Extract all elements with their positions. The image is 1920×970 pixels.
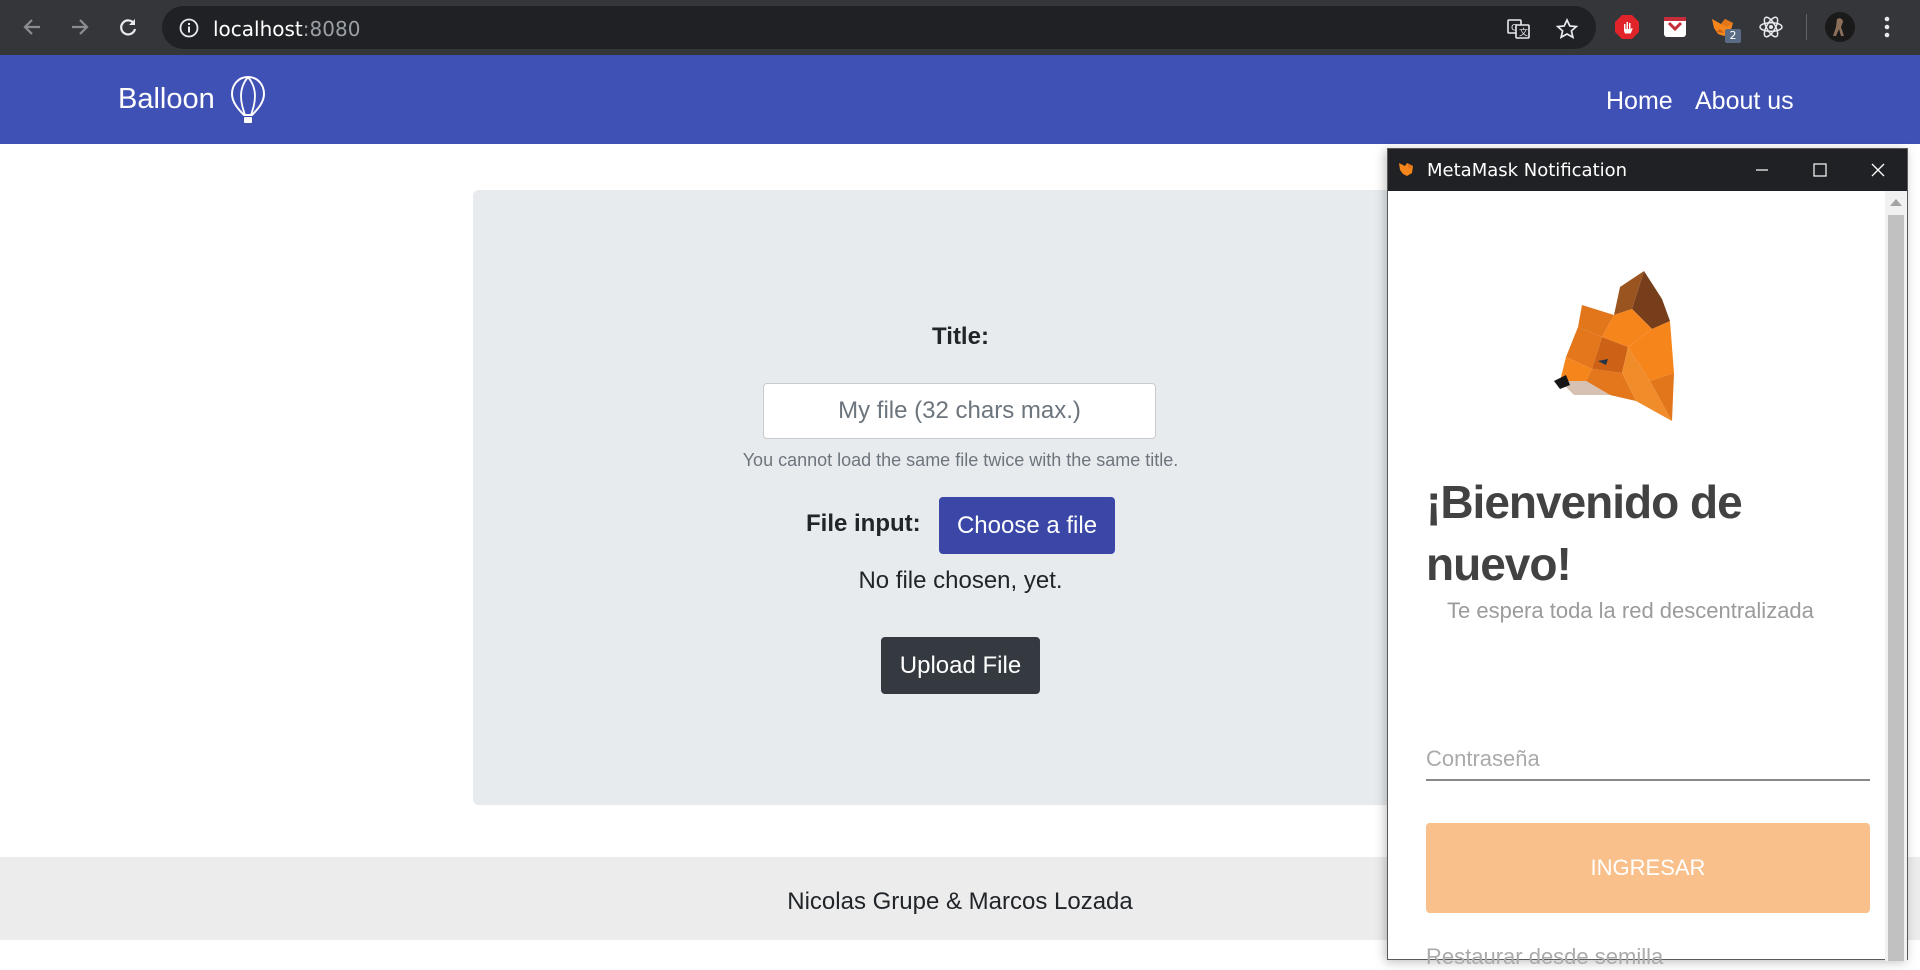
- pocket-extension-icon[interactable]: [1661, 13, 1689, 41]
- brand-name[interactable]: Balloon: [118, 83, 215, 116]
- file-input-label: File input:: [806, 510, 921, 537]
- nav-home-link[interactable]: Home: [1606, 87, 1673, 116]
- welcome-subheading: Te espera toda la red descentralizada: [1447, 598, 1814, 623]
- restore-from-seed-link[interactable]: Restaurar desde semilla: [1426, 944, 1663, 970]
- back-button[interactable]: [15, 10, 49, 44]
- app-navbar: Balloon Home About us: [0, 55, 1920, 144]
- close-button[interactable]: [1849, 149, 1907, 191]
- title-input[interactable]: [763, 383, 1156, 439]
- metamask-fox-logo: [1552, 269, 1702, 430]
- balloon-icon: [230, 75, 266, 130]
- file-status: No file chosen, yet.: [858, 567, 1063, 594]
- close-icon: [1871, 163, 1885, 177]
- maximize-button[interactable]: [1791, 149, 1849, 191]
- choose-file-button[interactable]: Choose a file: [939, 497, 1115, 554]
- scroll-up-arrow-icon[interactable]: [1890, 199, 1902, 206]
- scrollbar-thumb[interactable]: [1888, 215, 1904, 961]
- window-titlebar[interactable]: MetaMask Notification: [1388, 149, 1907, 191]
- reload-icon: [120, 19, 137, 36]
- bookmark-star-icon[interactable]: [1555, 17, 1579, 45]
- minimize-button[interactable]: [1733, 149, 1791, 191]
- upload-card: Title: You cannot load the same file twi…: [473, 190, 1448, 805]
- login-button[interactable]: INGRESAR: [1426, 823, 1870, 913]
- translate-icon[interactable]: G文: [1507, 18, 1531, 45]
- arrow-left-icon: [23, 19, 40, 35]
- reload-button[interactable]: [111, 10, 145, 44]
- metamask-extension-icon[interactable]: 2: [1709, 13, 1741, 43]
- metamask-notification-window: MetaMask Notification ¡Bienvenido de nue…: [1387, 148, 1908, 969]
- toolbar-divider: [1806, 14, 1807, 40]
- maximize-icon: [1813, 163, 1827, 177]
- nav-about-link[interactable]: About us: [1695, 87, 1794, 116]
- title-label: Title:: [932, 323, 989, 350]
- svg-text:文: 文: [1519, 27, 1528, 39]
- upload-file-button[interactable]: Upload File: [881, 637, 1040, 694]
- forward-button[interactable]: [63, 10, 97, 44]
- info-icon[interactable]: [178, 17, 200, 44]
- react-devtools-icon[interactable]: [1757, 13, 1785, 41]
- metamask-fox-icon: [1398, 160, 1416, 183]
- minimize-icon: [1756, 169, 1768, 171]
- window-title: MetaMask Notification: [1427, 160, 1628, 181]
- more-menu-icon[interactable]: [1873, 13, 1901, 41]
- browser-toolbar: localhost:8080 G文 2: [0, 0, 1920, 55]
- welcome-heading: ¡Bienvenido de nuevo!: [1426, 476, 1743, 590]
- scrollbar[interactable]: [1885, 191, 1907, 961]
- url-text: localhost:8080: [213, 17, 361, 41]
- adblock-extension-icon[interactable]: [1613, 13, 1641, 41]
- address-bar[interactable]: localhost:8080 G文: [162, 6, 1596, 49]
- profile-avatar[interactable]: [1824, 11, 1856, 43]
- extension-badge: 2: [1725, 29, 1741, 43]
- arrow-right-icon: [72, 19, 89, 35]
- title-hint: You cannot load the same file twice with…: [742, 450, 1179, 470]
- password-field[interactable]: [1426, 739, 1870, 781]
